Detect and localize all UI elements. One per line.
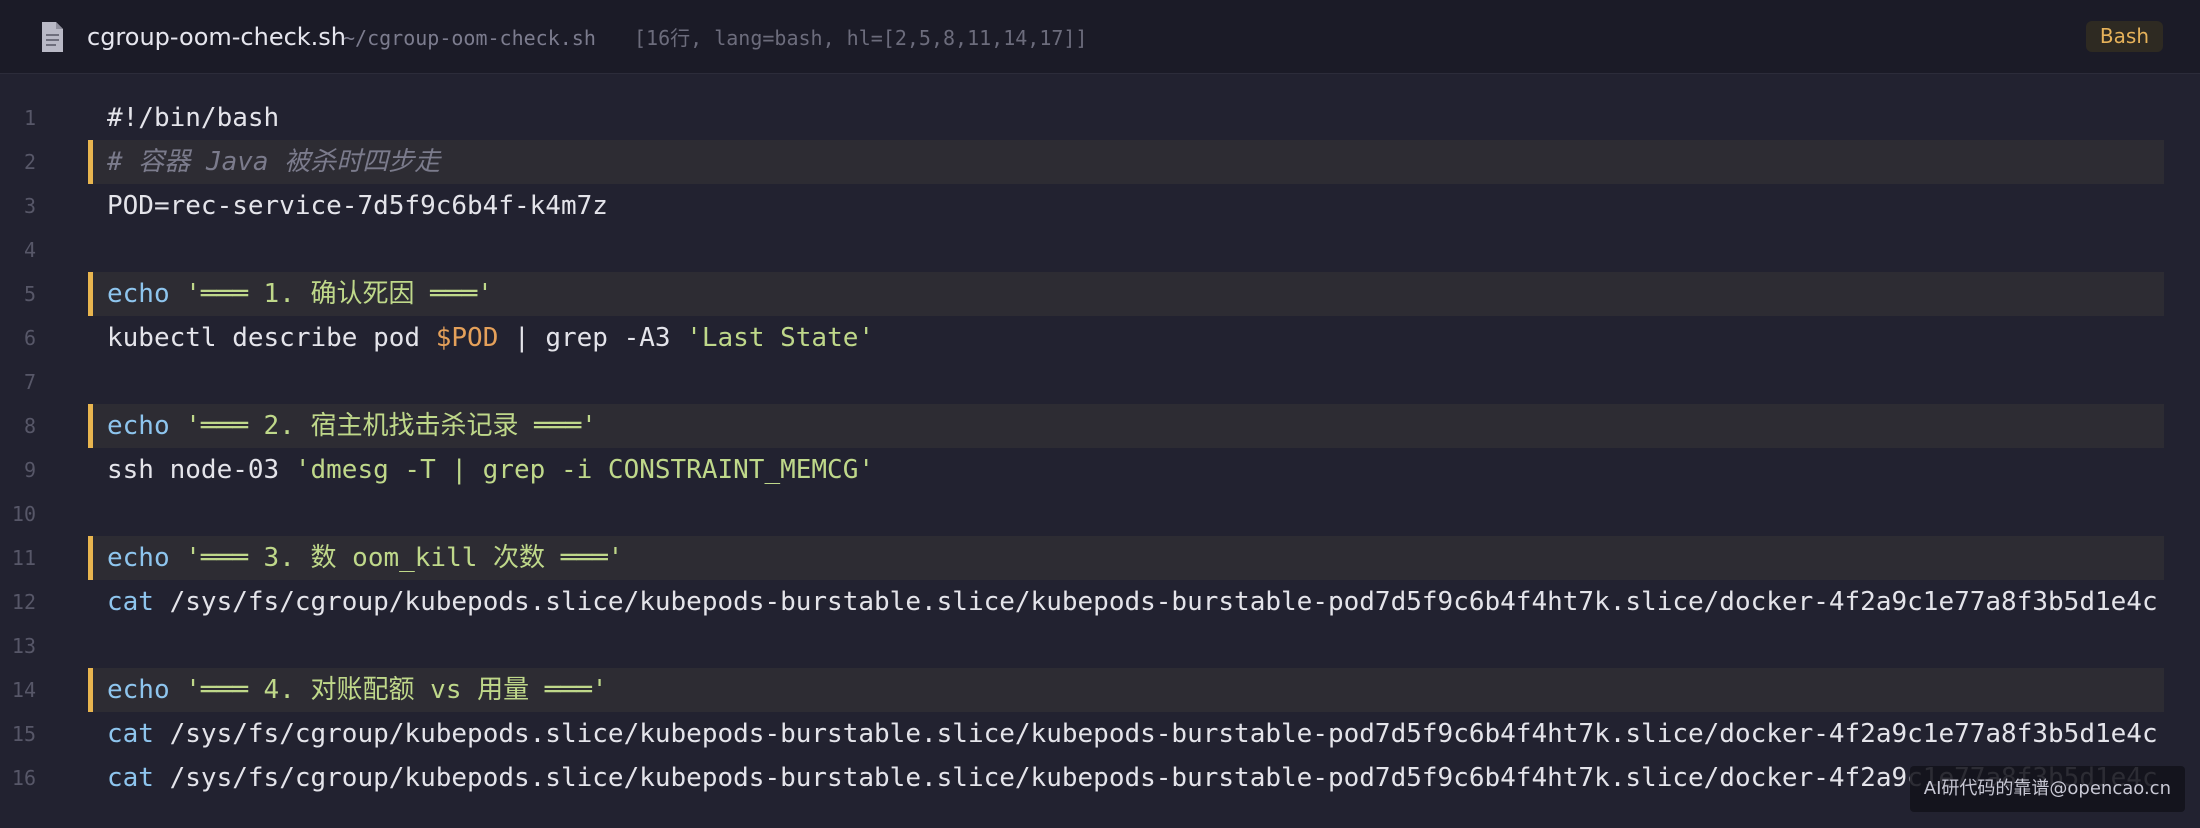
file-meta: [16行, lang=bash, hl=[2,5,8,11,14,17]] [634,26,1088,50]
code-line: 1 #!/bin/bash [0,96,2200,140]
line-source: #!/bin/bash [107,96,279,140]
code-line: 12 cat /sys/fs/cgroup/kubepods.slice/kube… [0,580,2200,624]
line-number: 7 [23,370,36,394]
code-line: 9 ssh node-03 'dmesg -T | grep -i CONSTRA… [0,448,2200,492]
line-source: echo '═══ 4. 对账配额 vs 用量 ═══' [107,668,607,712]
code-token-plain: /sys/fs/cgroup/kubepods.slice/kubepods-b… [153,587,2158,617]
language-badge: Bash [2085,21,2163,52]
code-line-highlighted: 8 echo '═══ 2. 宿主机找击杀记录 ═══' [0,404,2200,448]
line-number: 15 [11,722,36,746]
file-header: cgroup-oom-check.sh ~/cgroup-oom-check.s… [0,0,2200,74]
code-area[interactable]: 1 #!/bin/bash 2 # 容器 Java 被杀时四步走 3 POD=rec-se… [0,96,2200,800]
code-token-plain: POD=rec-service-7d5f9c6b4f-k4m7z [107,191,608,221]
line-number: 2 [23,150,36,174]
line-source: ssh node-03 'dmesg -T | grep -i CONSTRAI… [107,448,874,492]
line-number: 1 [23,106,36,130]
line-source: POD=rec-service-7d5f9c6b4f-k4m7z [107,184,608,228]
code-token-plain: ssh node-03 [107,455,295,485]
code-line: 7 [0,360,2200,404]
code-token-cmd: cat [107,587,154,617]
line-number: 11 [11,546,36,570]
code-token-str: 'Last State' [686,323,875,353]
code-line: 4 [0,228,2200,272]
code-line-highlighted: 11 echo '═══ 3. 数 oom_kill 次数 ═══' [0,536,2200,580]
code-line: 16 cat /sys/fs/cgroup/kubepods.slice/kube… [0,756,2200,800]
code-line: 6 kubectl describe pod $POD | grep -A3 'L… [0,316,2200,360]
code-line-highlighted: 14 echo '═══ 4. 对账配额 vs 用量 ═══' [0,668,2200,712]
code-line: 13 [0,624,2200,668]
line-number: 9 [23,458,36,482]
code-token-cmd: cat [107,763,154,793]
code-token-str: '═══ 3. 数 oom_kill 次数 ═══' [185,543,624,573]
line-source: cat /sys/fs/cgroup/kubepods.slice/kubepo… [107,756,2158,800]
line-source: # 容器 Java 被杀时四步走 [107,140,440,184]
line-number: 3 [23,194,36,218]
line-source: cat /sys/fs/cgroup/kubepods.slice/kubepo… [107,580,2158,624]
code-token-str: 'dmesg -T | grep -i CONSTRAINT_MEMCG' [294,455,875,485]
code-line-highlighted: 5 echo '═══ 1. 确认死因 ═══' [0,272,2200,316]
line-number: 10 [11,502,36,526]
code-token-var: $POD [435,323,499,353]
code-line: 15 cat /sys/fs/cgroup/kubepods.slice/kube… [0,712,2200,756]
line-number: 12 [11,590,36,614]
code-token-cmd: echo [107,279,170,309]
line-source: echo '═══ 2. 宿主机找击杀记录 ═══' [107,404,597,448]
code-token-plain: /sys/fs/cgroup/kubepods.slice/kubepods-b… [153,719,2158,749]
line-number: 13 [11,634,36,658]
code-token-str: '═══ 1. 确认死因 ═══' [185,279,493,309]
file-path: ~/cgroup-oom-check.sh [343,26,596,50]
watermark: AI研代码的靠谱@opencao.cn [1909,766,2185,812]
code-line: 3 POD=rec-service-7d5f9c6b4f-k4m7z [0,184,2200,228]
file-document-icon [42,22,63,52]
code-token-plain: #!/bin/bash [107,103,280,133]
line-number: 4 [23,238,36,262]
code-viewer-window: cgroup-oom-check.sh ~/cgroup-oom-check.s… [0,0,2200,828]
line-number: 14 [11,678,36,702]
line-source: cat /sys/fs/cgroup/kubepods.slice/kubepo… [107,712,2158,756]
code-token-cmd: echo [107,543,170,573]
code-token-comment: # 容器 Java 被杀时四步走 [107,147,441,177]
line-number: 8 [23,414,36,438]
code-token-plain: /sys/fs/cgroup/kubepods.slice/kubepods-b… [153,763,2158,793]
line-source: echo '═══ 3. 数 oom_kill 次数 ═══' [107,536,623,580]
line-number: 6 [23,326,36,350]
code-token-cmd: cat [107,719,154,749]
file-name: cgroup-oom-check.sh [87,23,347,51]
code-token-cmd: echo [107,675,170,705]
code-token-plain: kubectl describe pod [107,323,436,353]
line-source: echo '═══ 1. 确认死因 ═══' [107,272,493,316]
code-line-highlighted: 2 # 容器 Java 被杀时四步走 [0,140,2200,184]
code-token-cmd: echo [107,411,170,441]
line-number: 5 [23,282,36,306]
line-source: kubectl describe pod $POD | grep -A3 'La… [107,316,874,360]
line-number: 16 [11,766,36,790]
code-token-plain: | grep -A3 [498,323,687,353]
code-token-str: '═══ 4. 对账配额 vs 用量 ═══' [185,675,608,705]
code-line: 10 [0,492,2200,536]
code-token-str: '═══ 2. 宿主机找击杀记录 ═══' [185,411,597,441]
